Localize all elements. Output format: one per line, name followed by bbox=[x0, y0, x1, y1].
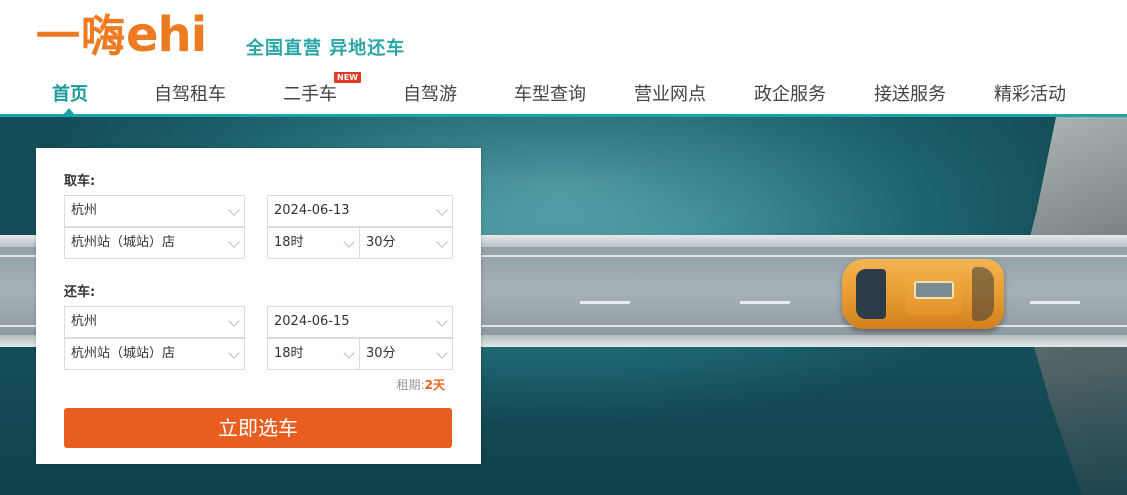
rental-duration-label: 租期: bbox=[396, 378, 425, 392]
return-date-select[interactable]: 2024-06-15 bbox=[267, 306, 453, 338]
return-store-value: 杭州站（城站）店 bbox=[71, 346, 176, 361]
lane-dash bbox=[580, 301, 630, 304]
site-header: 一嗨ehi 全国直营 异地还车 首页 自驾租车 二手车 NEW 自驾游 车型查询… bbox=[0, 0, 1127, 117]
return-hour-select[interactable]: 18时 bbox=[267, 338, 360, 370]
nav-item-used-cars-label: 二手车 bbox=[283, 84, 337, 105]
logo-text-cn: 一嗨 bbox=[36, 11, 126, 62]
pickup-hour-value: 18时 bbox=[274, 235, 304, 250]
pickup-date-select[interactable]: 2024-06-13 bbox=[267, 195, 453, 227]
orange-car bbox=[842, 259, 1004, 329]
chevron-down-icon bbox=[228, 347, 240, 359]
nav-item-used-cars[interactable]: 二手车 NEW bbox=[283, 72, 361, 110]
pickup-minute-value: 30分 bbox=[366, 235, 396, 250]
logo-mark: 一嗨ehi bbox=[36, 7, 207, 65]
chevron-down-icon bbox=[228, 204, 240, 216]
chevron-down-icon bbox=[436, 347, 448, 359]
rental-duration-value: 2天 bbox=[424, 378, 445, 392]
nav-item-self-drive-rental[interactable]: 自驾租车 bbox=[154, 80, 226, 110]
pickup-date-value: 2024-06-13 bbox=[274, 203, 350, 218]
logo-text-en: ehi bbox=[126, 7, 207, 63]
nav-item-promotions[interactable]: 精彩活动 bbox=[994, 80, 1066, 110]
nav-item-stores[interactable]: 营业网点 bbox=[634, 80, 706, 110]
return-hour-value: 18时 bbox=[274, 346, 304, 361]
pickup-label: 取车: bbox=[64, 174, 96, 189]
pickup-minute-select[interactable]: 30分 bbox=[359, 227, 453, 259]
nav-item-home[interactable]: 首页 bbox=[52, 80, 88, 110]
return-label: 还车: bbox=[64, 285, 96, 300]
return-city-value: 杭州 bbox=[71, 314, 98, 329]
chevron-down-icon bbox=[228, 236, 240, 248]
car-rear-window bbox=[972, 267, 994, 321]
pickup-city-select[interactable]: 杭州 bbox=[64, 195, 245, 227]
lane-dash bbox=[1030, 301, 1080, 304]
return-minute-select[interactable]: 30分 bbox=[359, 338, 453, 370]
chevron-down-icon bbox=[436, 236, 448, 248]
chevron-down-icon bbox=[343, 236, 355, 248]
pickup-store-value: 杭州站（城站）店 bbox=[71, 235, 176, 250]
main-nav: 首页 自驾租车 二手车 NEW 自驾游 车型查询 营业网点 政企服务 接送服务 … bbox=[0, 72, 1127, 116]
return-minute-value: 30分 bbox=[366, 346, 396, 361]
car-windshield bbox=[856, 269, 886, 319]
pickup-store-select[interactable]: 杭州站（城站）店 bbox=[64, 227, 245, 259]
pickup-hour-select[interactable]: 18时 bbox=[267, 227, 360, 259]
booking-panel: 取车: 杭州 杭州站（城站）店 2024-06-13 18时 30分 还车: 杭… bbox=[36, 148, 481, 464]
return-date-value: 2024-06-15 bbox=[274, 314, 350, 329]
nav-item-road-trip[interactable]: 自驾游 bbox=[403, 80, 457, 110]
rental-duration: 租期:2天 bbox=[397, 376, 445, 393]
brand-slogan: 全国直营 异地还车 bbox=[246, 38, 406, 59]
nav-item-model-search[interactable]: 车型查询 bbox=[514, 80, 586, 110]
return-store-select[interactable]: 杭州站（城站）店 bbox=[64, 338, 245, 370]
ehi-logo[interactable]: 一嗨ehi bbox=[36, 7, 207, 65]
chevron-down-icon bbox=[436, 315, 448, 327]
chevron-down-icon bbox=[228, 315, 240, 327]
nav-item-transfer[interactable]: 接送服务 bbox=[874, 80, 946, 110]
chevron-down-icon bbox=[436, 204, 448, 216]
new-badge: NEW bbox=[334, 72, 361, 83]
nav-item-enterprise[interactable]: 政企服务 bbox=[754, 80, 826, 110]
lane-dash bbox=[740, 301, 790, 304]
chevron-down-icon bbox=[343, 347, 355, 359]
pickup-city-value: 杭州 bbox=[71, 203, 98, 218]
select-car-button[interactable]: 立即选车 bbox=[64, 408, 452, 448]
car-sunroof bbox=[914, 281, 954, 299]
return-city-select[interactable]: 杭州 bbox=[64, 306, 245, 338]
